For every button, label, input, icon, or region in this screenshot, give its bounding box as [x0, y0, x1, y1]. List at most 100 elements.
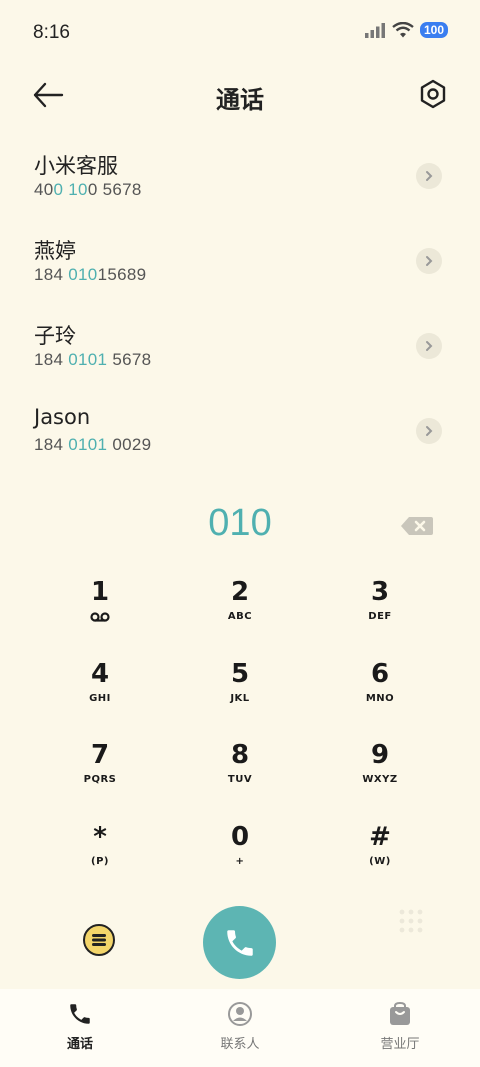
contact-detail-button[interactable] [416, 248, 442, 274]
key-digit: 2 [230, 577, 250, 607]
key-star[interactable]: * (P) [30, 821, 170, 903]
key-hash[interactable]: # (W) [310, 821, 450, 903]
chevron-right-icon [426, 341, 433, 351]
call-button[interactable] [203, 906, 276, 979]
number-part: 0 5678 [87, 180, 142, 199]
number-match: 0 10 [53, 180, 88, 199]
key-letters: TUV [227, 774, 253, 785]
dial-keypad: 1 2 ABC 3 DEF 4 GHI 5 JKL 6 MNO 7 PQRS 8… [30, 576, 450, 902]
key-digit: 9 [370, 740, 390, 770]
tab-label: 营业厅 [380, 1037, 420, 1052]
contact-name: 小米客服 [34, 154, 118, 178]
key-letters: DEF [368, 611, 392, 622]
voicemail-icon [90, 611, 110, 625]
backspace-icon [401, 517, 433, 535]
contact-item[interactable]: 燕婷 184 01015689 [0, 223, 480, 308]
status-time: 8:16 [33, 22, 70, 43]
menu-button[interactable] [83, 924, 115, 956]
contact-detail-button[interactable] [416, 333, 442, 359]
key-digit: 6 [370, 658, 390, 689]
key-digit: * [93, 821, 107, 852]
contact-name: 燕婷 [34, 239, 76, 263]
number-match: 0101 [68, 350, 108, 369]
key-0[interactable]: 0 + [170, 821, 310, 903]
number-part: 184 [34, 350, 69, 369]
key-letters: PQRS [83, 774, 117, 785]
key-letters: MNO [365, 692, 395, 704]
person-icon [228, 1002, 252, 1026]
phone-icon [70, 1004, 90, 1024]
settings-button[interactable] [418, 78, 448, 110]
contact-number: 400 100 5678 [34, 180, 142, 200]
key-letters: (W) [369, 855, 391, 867]
back-button[interactable] [30, 78, 66, 112]
arrow-left-icon [33, 82, 64, 108]
number-part: 40 [34, 180, 54, 199]
signal-icon [364, 23, 385, 38]
key-digit: 7 [90, 740, 110, 770]
key-digit: 1 [90, 577, 110, 607]
contact-number: 184 01015689 [34, 265, 146, 285]
battery-badge: 100 [419, 22, 448, 38]
number-part: 5678 [107, 350, 152, 369]
key-letters: GHI [89, 692, 111, 704]
key-7[interactable]: 7 PQRS [30, 739, 170, 821]
key-4[interactable]: 4 GHI [30, 658, 170, 740]
key-digit: 5 [230, 658, 250, 689]
contact-item[interactable]: 小米客服 400 100 5678 [0, 138, 480, 223]
menu-icon [92, 934, 106, 946]
contact-detail-button[interactable] [416, 163, 442, 189]
number-match: 010 [68, 265, 98, 284]
key-letters: JKL [230, 692, 250, 704]
chevron-right-icon [426, 426, 433, 436]
contact-item[interactable]: Jason 184 0101 0029 [0, 393, 480, 478]
key-2[interactable]: 2 ABC [170, 576, 310, 658]
tab-calls[interactable]: 通话 [0, 989, 160, 1067]
key-digit: # [369, 821, 391, 852]
hide-keypad-button[interactable] [398, 908, 424, 934]
status-icons: 100 [364, 22, 448, 38]
contact-number: 184 0101 0029 [34, 435, 151, 455]
phone-icon [226, 929, 253, 956]
page-title: 通话 [216, 86, 264, 114]
contact-number: 184 0101 5678 [34, 350, 151, 370]
bottom-nav: 通话 联系人 营业厅 [0, 989, 480, 1067]
contact-detail-button[interactable] [416, 418, 442, 444]
status-bar: 8:16 100 [0, 0, 480, 68]
key-digit: 3 [370, 577, 390, 607]
key-letters: WXYZ [362, 774, 398, 785]
header: 通话 [0, 70, 480, 120]
key-digit: 0 [230, 821, 250, 852]
dialpad-icon [399, 909, 423, 933]
key-6[interactable]: 6 MNO [310, 658, 450, 740]
tab-label: 通话 [66, 1037, 93, 1052]
key-letters: (P) [91, 855, 109, 867]
key-3[interactable]: 3 DEF [310, 576, 450, 658]
gear-icon [420, 79, 446, 109]
number-match: 0101 [68, 435, 108, 454]
number-part: 184 [34, 435, 69, 454]
key-1[interactable]: 1 [30, 576, 170, 658]
tab-label: 联系人 [220, 1037, 260, 1052]
bag-icon [390, 1001, 410, 1025]
number-part: 15689 [97, 265, 147, 284]
key-8[interactable]: 8 TUV [170, 739, 310, 821]
key-letters: ABC [227, 611, 253, 622]
tab-contacts[interactable]: 联系人 [160, 989, 320, 1067]
key-digit: 4 [90, 658, 110, 689]
backspace-button[interactable] [400, 515, 434, 537]
number-part: 184 [34, 265, 69, 284]
key-digit: 8 [230, 740, 250, 770]
key-9[interactable]: 9 WXYZ [310, 739, 450, 821]
tab-service-hall[interactable]: 营业厅 [320, 989, 480, 1067]
key-letters: + [235, 855, 245, 867]
number-part: 0029 [107, 435, 152, 454]
wifi-icon [392, 22, 414, 38]
contact-item[interactable]: 子玲 184 0101 5678 [0, 308, 480, 393]
contact-list: 小米客服 400 100 5678 燕婷 184 01015689 子玲 184… [0, 138, 480, 478]
key-5[interactable]: 5 JKL [170, 658, 310, 740]
contact-name: 子玲 [34, 324, 76, 348]
chevron-right-icon [426, 171, 433, 181]
chevron-right-icon [426, 256, 433, 266]
contact-name: Jason [34, 405, 91, 429]
